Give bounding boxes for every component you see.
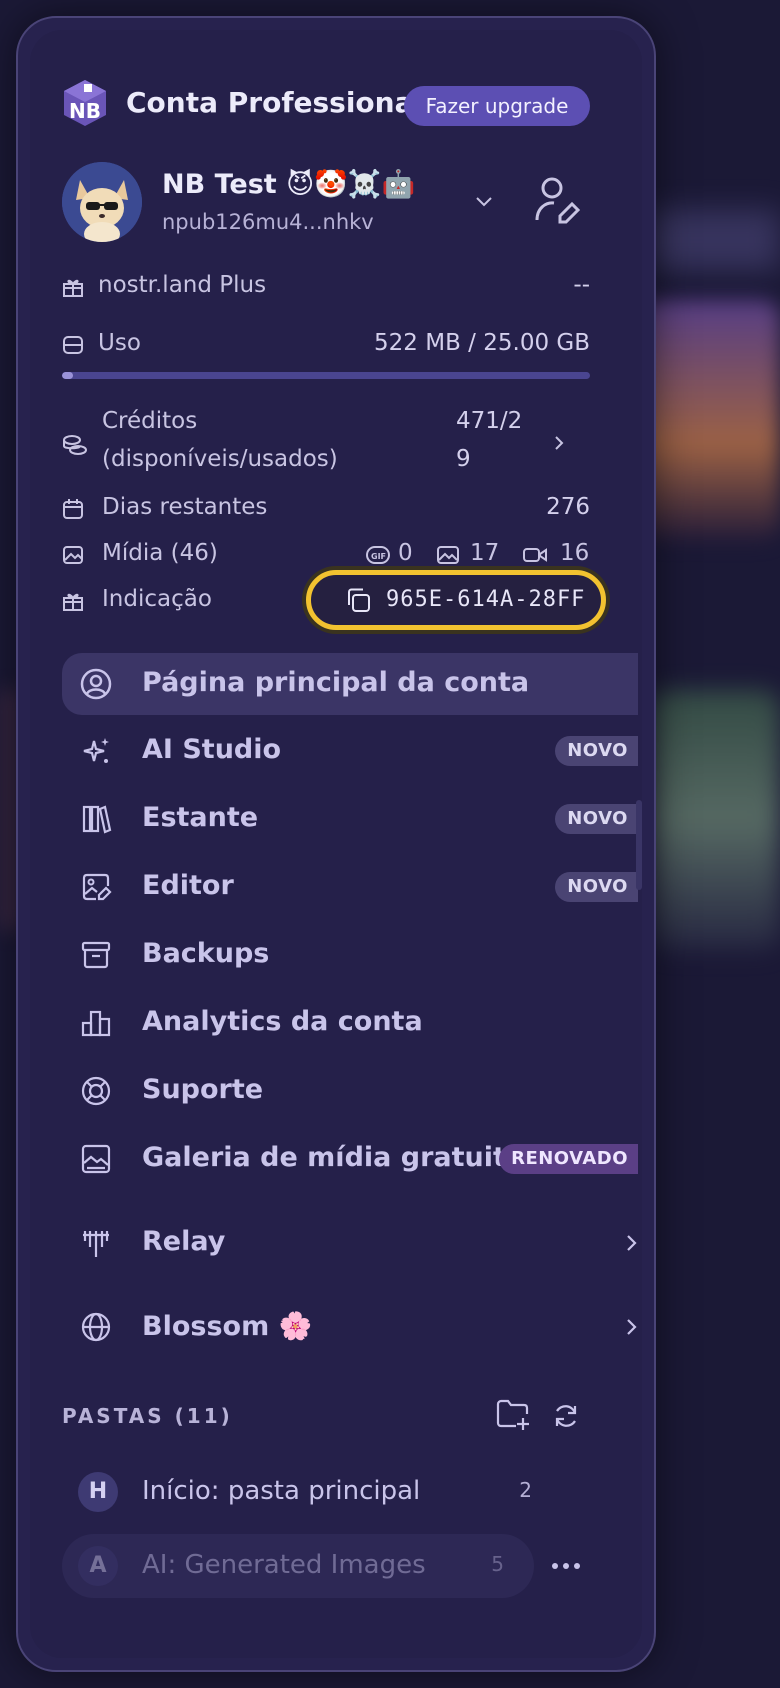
- library-icon: [80, 803, 112, 835]
- nav-item-account-home[interactable]: Página principal da conta: [62, 653, 638, 715]
- nav-label: Editor: [142, 870, 234, 901]
- folder-label: Início: pasta principal: [142, 1476, 421, 1506]
- nav-item-support[interactable]: Suporte: [62, 1060, 638, 1122]
- edit-profile-icon[interactable]: [534, 176, 581, 228]
- credits-value-line1: 471/2: [456, 408, 523, 434]
- new-badge: NOVO: [555, 872, 638, 902]
- new-folder-icon[interactable]: [496, 1398, 532, 1432]
- nav-item-ai-studio[interactable]: AI Studio NOVO: [62, 720, 638, 782]
- days-label: Dias restantes: [102, 494, 268, 520]
- photo-icon: [436, 544, 459, 566]
- usage-progress-fill: [62, 372, 73, 379]
- folder-count: 2: [519, 1478, 532, 1502]
- svg-text:GIF: GIF: [371, 552, 386, 561]
- storage-icon: [62, 334, 84, 356]
- credits-label-line2: (disponíveis/usados): [102, 446, 338, 472]
- upgrade-button[interactable]: Fazer upgrade: [404, 86, 590, 126]
- plus-label: nostr.land Plus: [98, 272, 267, 298]
- chevron-down-icon[interactable]: [472, 190, 496, 214]
- user-circle-icon: [80, 668, 112, 700]
- globe-icon: [80, 1311, 112, 1343]
- nav-item-free-media-gallery[interactable]: Galeria de mídia gratuita RENOVADO: [62, 1128, 638, 1190]
- nav-item-editor[interactable]: Editor NOVO: [62, 856, 638, 918]
- nav-label: Galeria de mídia gratuita: [142, 1142, 525, 1173]
- gallery-icon: [80, 1143, 112, 1175]
- folder-label: AI: Generated Images: [142, 1550, 426, 1580]
- chevron-right-icon: [624, 1232, 638, 1254]
- new-badge: NOVO: [555, 804, 638, 834]
- usage-progress-bar: [62, 372, 590, 379]
- nav-label: Analytics da conta: [142, 1006, 423, 1037]
- folder-item-ai-generated[interactable]: A AI: Generated Images 5: [62, 1534, 534, 1598]
- antenna-icon: [80, 1227, 112, 1259]
- days-value: 276: [546, 494, 590, 520]
- nav-label: Blossom 🌸: [142, 1311, 313, 1342]
- gift-icon: [62, 590, 84, 612]
- nav-label: Página principal da conta: [142, 667, 530, 698]
- chevron-right-icon: [624, 1316, 638, 1338]
- referral-label: Indicação: [102, 586, 212, 612]
- nostr-build-logo-icon: NB: [60, 78, 110, 128]
- nav-item-relay[interactable]: Relay: [62, 1212, 638, 1274]
- avatar[interactable]: [62, 162, 142, 242]
- nav-label: AI Studio: [142, 734, 282, 765]
- nav-label: Suporte: [142, 1074, 264, 1105]
- bar-chart-icon: [80, 1007, 112, 1039]
- sparkles-icon: [80, 735, 112, 767]
- nav-item-backups[interactable]: Backups: [62, 924, 638, 986]
- usage-label: Uso: [98, 330, 141, 356]
- lifebuoy-icon: [80, 1075, 112, 1107]
- user-npub: npub126mu4...nhkv: [162, 210, 374, 234]
- nav-label: Backups: [142, 938, 270, 969]
- image-edit-icon: [80, 871, 112, 903]
- folders-title: PASTAS (11): [62, 1404, 233, 1428]
- nav-label: Estante: [142, 802, 259, 833]
- folder-item-home[interactable]: H Início: pasta principal 2: [62, 1460, 562, 1524]
- image-icon: [62, 544, 84, 566]
- media-gif-count: 0: [398, 540, 413, 566]
- new-badge: NOVO: [555, 736, 638, 766]
- folder-avatar: H: [78, 1472, 118, 1512]
- media-label: Mídia (46): [102, 540, 218, 566]
- gift-icon: [62, 276, 84, 298]
- video-icon: [522, 546, 548, 564]
- refresh-icon[interactable]: [552, 1402, 580, 1430]
- more-options-icon[interactable]: [550, 1556, 582, 1569]
- gif-icon: GIF: [366, 546, 390, 564]
- credits-value-line2: 9: [456, 446, 471, 472]
- credits-label-line1: Créditos: [102, 408, 198, 434]
- copy-icon[interactable]: [344, 586, 372, 614]
- folder-avatar: A: [78, 1546, 118, 1586]
- nav-item-blossom[interactable]: Blossom 🌸: [62, 1296, 638, 1358]
- plus-value: --: [573, 272, 590, 298]
- svg-text:NB: NB: [69, 99, 101, 123]
- chevron-right-icon[interactable]: [552, 432, 566, 454]
- folder-count: 5: [491, 1552, 504, 1576]
- user-name: NB Test 😈🤡☠️🤖: [162, 169, 416, 200]
- scrollbar[interactable]: [636, 800, 642, 890]
- usage-value: 522 MB / 25.00 GB: [374, 330, 590, 356]
- calendar-icon: [62, 498, 84, 520]
- account-title: Conta Professional: [126, 86, 424, 119]
- nav-item-analytics[interactable]: Analytics da conta: [62, 992, 638, 1054]
- archive-icon: [80, 939, 112, 971]
- referral-code: 965E-614A-28FF: [386, 587, 586, 612]
- nav-item-bookshelf[interactable]: Estante NOVO: [62, 788, 638, 850]
- nav-label: Relay: [142, 1226, 226, 1257]
- media-video-count: 16: [560, 540, 590, 566]
- coins-icon: [62, 432, 87, 455]
- media-image-count: 17: [470, 540, 500, 566]
- renewed-badge: RENOVADO: [499, 1144, 638, 1174]
